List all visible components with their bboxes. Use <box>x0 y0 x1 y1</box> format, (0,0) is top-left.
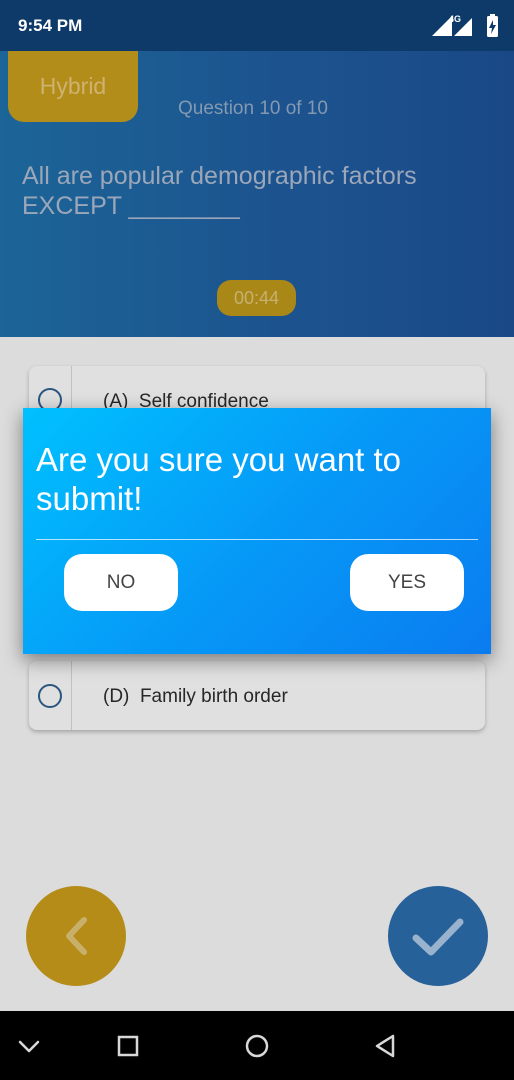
yes-button[interactable]: YES <box>350 554 464 611</box>
no-button[interactable]: NO <box>64 554 178 611</box>
status-bar: 9:54 PM 4G <box>0 0 514 51</box>
system-nav-bar <box>0 1011 514 1080</box>
home-circle-icon[interactable] <box>240 1029 274 1063</box>
back-triangle-icon[interactable] <box>368 1029 402 1063</box>
submit-confirm-dialog: Are you sure you want to submit! NO YES <box>23 408 491 654</box>
chevron-down-icon[interactable] <box>12 1029 46 1063</box>
dialog-message: Are you sure you want to submit! <box>36 441 402 517</box>
dialog-divider <box>36 539 478 540</box>
network-type-label: 4G <box>449 14 461 24</box>
status-time: 9:54 PM <box>18 16 83 35</box>
recents-square-icon[interactable] <box>111 1029 145 1063</box>
battery-icon <box>487 14 498 37</box>
signal-battery-icons: 4G <box>432 14 498 37</box>
